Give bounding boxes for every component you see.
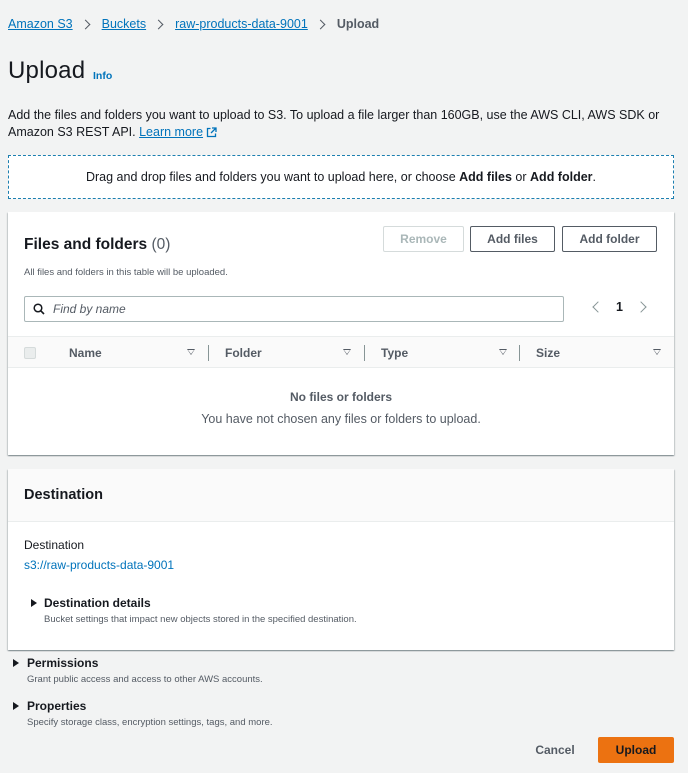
empty-state-text: You have not chosen any files or folders… <box>201 412 481 426</box>
permissions-description: Grant public access and access to other … <box>27 674 263 685</box>
add-folder-button[interactable]: Add folder <box>562 226 657 252</box>
empty-state-title: No files or folders <box>289 390 393 404</box>
column-header-type[interactable]: Type <box>381 346 408 360</box>
permissions-toggle[interactable]: Permissions <box>27 656 98 670</box>
properties-description: Specify storage class, encryption settin… <box>27 717 273 728</box>
page-description: Add the files and folders you want to up… <box>8 107 680 141</box>
table-header: Name Folder Type Size <box>8 336 674 368</box>
upload-dropzone[interactable]: Drag and drop files and folders you want… <box>8 155 674 199</box>
dropzone-add-folder: Add folder <box>530 170 593 184</box>
breadcrumb-buckets[interactable]: Buckets <box>102 17 146 31</box>
page-number[interactable]: 1 <box>616 300 623 314</box>
breadcrumb-amazon-s3[interactable]: Amazon S3 <box>8 17 73 31</box>
files-panel-title-text: Files and folders <box>24 236 148 253</box>
sort-caret-icon[interactable] <box>187 349 195 355</box>
breadcrumb-bucket[interactable]: raw-products-data-9001 <box>175 17 308 31</box>
caret-right-icon[interactable] <box>13 659 19 667</box>
destination-label: Destination <box>24 538 85 552</box>
destination-details-toggle[interactable]: Destination details <box>44 596 151 610</box>
caret-right-icon[interactable] <box>31 599 37 607</box>
destination-details-description: Bucket settings that impact new objects … <box>44 614 357 625</box>
chevron-right-icon <box>315 19 326 29</box>
dropzone-text: Drag and drop files and folders you want… <box>86 170 596 184</box>
chevron-left-icon[interactable] <box>592 301 604 313</box>
chevron-right-icon <box>80 19 91 29</box>
search-icon <box>33 303 45 315</box>
dropzone-or: or <box>515 170 527 184</box>
properties-toggle[interactable]: Properties <box>27 699 86 713</box>
cancel-button[interactable]: Cancel <box>523 737 587 763</box>
sort-caret-icon[interactable] <box>653 349 661 355</box>
files-count: (0) <box>151 236 171 253</box>
destination-title: Destination <box>24 487 103 503</box>
column-header-size[interactable]: Size <box>536 346 560 360</box>
select-all-checkbox[interactable] <box>24 347 36 359</box>
learn-more-label: Learn more <box>139 125 204 139</box>
dropzone-add-files: Add files <box>459 170 512 184</box>
breadcrumb: Amazon S3 Buckets raw-products-data-9001… <box>8 16 379 32</box>
search-box <box>24 296 564 322</box>
sort-caret-icon[interactable] <box>499 349 507 355</box>
files-panel-subtitle: All files and folders in this table will… <box>24 267 228 278</box>
info-link[interactable]: Info <box>93 70 112 82</box>
column-header-folder[interactable]: Folder <box>225 346 262 360</box>
page-title: Upload <box>8 57 86 84</box>
learn-more-link[interactable]: Learn more <box>139 125 217 139</box>
search-input[interactable] <box>53 302 533 316</box>
column-divider[interactable] <box>364 345 365 361</box>
dropzone-suffix: . <box>592 170 597 184</box>
column-divider[interactable] <box>519 345 520 361</box>
external-link-icon <box>206 127 217 138</box>
column-header-name[interactable]: Name <box>69 346 102 360</box>
destination-uri-link[interactable]: s3://raw-products-data-9001 <box>24 558 174 572</box>
destination-header: Destination <box>8 469 674 522</box>
dropzone-prefix: Drag and drop files and folders you want… <box>85 170 456 184</box>
chevron-right-icon[interactable] <box>635 301 647 313</box>
column-divider[interactable] <box>208 345 209 361</box>
add-files-button[interactable]: Add files <box>470 226 555 252</box>
remove-button[interactable]: Remove <box>383 226 464 252</box>
destination-panel: Destination Destination s3://raw-product… <box>8 469 674 650</box>
files-and-folders-panel: Files and folders (0) All files and fold… <box>8 212 674 455</box>
sort-caret-icon[interactable] <box>343 349 351 355</box>
upload-button[interactable]: Upload <box>598 737 674 763</box>
files-panel-title: Files and folders (0) <box>24 236 170 254</box>
description-text: Add the files and folders you want to up… <box>8 108 660 139</box>
chevron-right-icon <box>153 19 164 29</box>
pagination: 1 <box>592 300 647 314</box>
breadcrumb-current: Upload <box>336 17 380 31</box>
caret-right-icon[interactable] <box>13 702 19 710</box>
